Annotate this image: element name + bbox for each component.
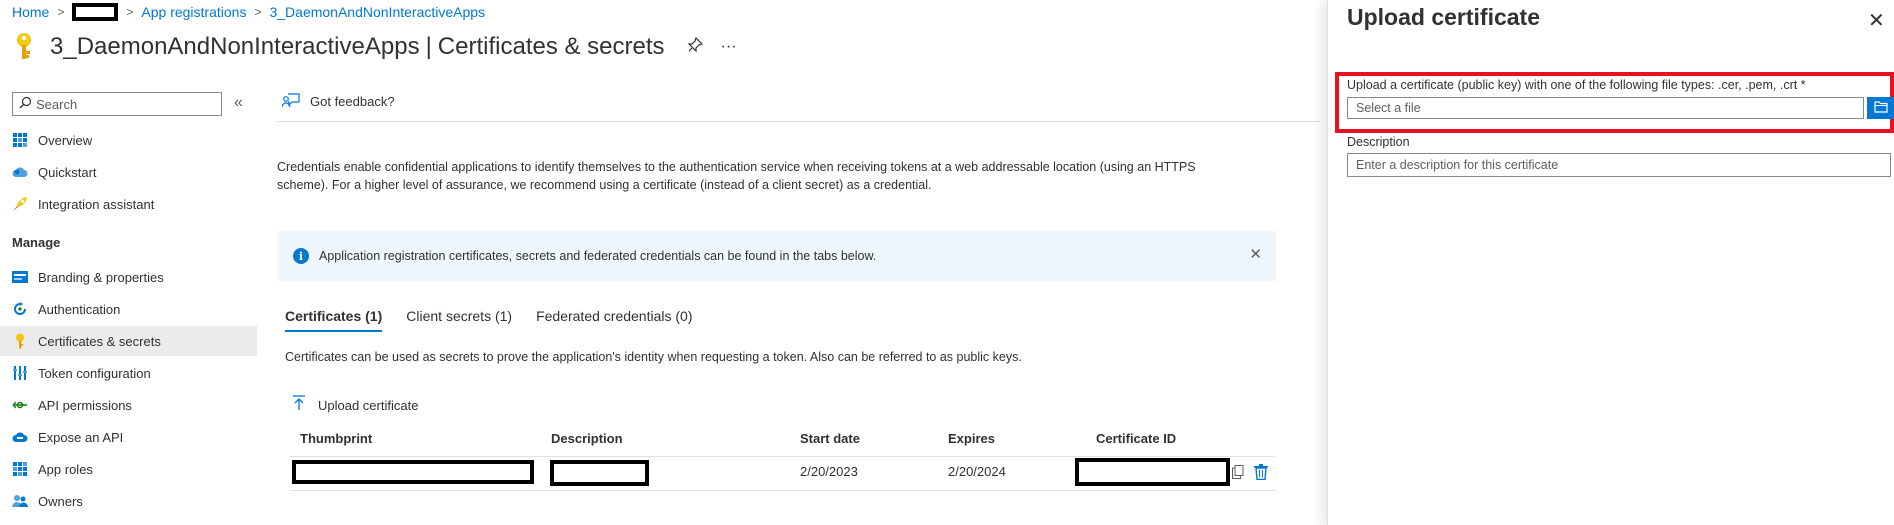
- sidebar-item-label: Quickstart: [38, 164, 97, 180]
- upload-icon: [292, 395, 306, 416]
- sidebar-item-label: Certificates & secrets: [38, 333, 161, 349]
- close-icon[interactable]: ✕: [1868, 8, 1885, 33]
- table-row-divider: [290, 490, 1275, 491]
- sidebar-item-api-permissions[interactable]: API permissions: [0, 390, 257, 420]
- sidebar-item-branding[interactable]: Branding & properties: [0, 262, 257, 292]
- redacted-description: [550, 460, 649, 486]
- tab-description: Certificates can be used as secrets to p…: [285, 350, 1022, 364]
- table-row: [290, 456, 1275, 490]
- sidebar-item-app-roles[interactable]: App roles: [0, 454, 257, 484]
- chevron-right-icon: >: [57, 5, 65, 19]
- sidebar-item-token-configuration[interactable]: Token configuration: [0, 358, 257, 388]
- breadcrumb-app[interactable]: 3_DaemonAndNonInteractiveApps: [269, 4, 485, 20]
- upload-certificate-button[interactable]: Upload certificate: [292, 395, 418, 416]
- panel-title: Upload certificate: [1347, 4, 1540, 30]
- sidebar-item-label: Overview: [38, 132, 93, 148]
- people-icon: [12, 493, 28, 509]
- search-input[interactable]: [36, 96, 216, 112]
- redacted-tenant: [72, 3, 119, 21]
- file-select-input[interactable]: [1347, 97, 1864, 119]
- chevron-right-icon: >: [126, 5, 134, 19]
- feedback-label: Got feedback?: [310, 94, 395, 109]
- cloud-icon: [12, 164, 28, 180]
- sidebar-item-label: Expose an API: [38, 429, 124, 445]
- sidebar-search[interactable]: [12, 92, 222, 116]
- apps-icon: [12, 461, 28, 477]
- sidebar-item-label: Owners: [38, 493, 83, 509]
- page-title-separator: |: [425, 33, 432, 60]
- column-header-expires: Expires: [948, 431, 995, 446]
- description-field-label: Description: [1347, 135, 1410, 149]
- sidebar-item-certificates-secrets[interactable]: Certificates & secrets: [0, 326, 257, 356]
- pin-icon[interactable]: [687, 36, 703, 58]
- key-icon: [12, 333, 28, 349]
- more-options-icon[interactable]: ···: [721, 38, 737, 56]
- sidebar-item-integration-assistant[interactable]: Integration assistant: [0, 189, 257, 219]
- key-icon: [12, 31, 36, 64]
- copy-icon[interactable]: [1232, 465, 1244, 482]
- redacted-thumbprint: [292, 460, 534, 484]
- feedback-icon: [281, 92, 300, 111]
- sidebar-section-manage: Manage: [12, 235, 61, 250]
- refresh-icon: [12, 301, 28, 317]
- intro-text: Credentials enable confidential applicat…: [277, 160, 1196, 192]
- delete-icon[interactable]: [1254, 464, 1268, 483]
- column-header-certificate-id: Certificate ID: [1096, 431, 1177, 446]
- info-bar: i Application registration certificates,…: [277, 231, 1276, 281]
- sidebar-item-quickstart[interactable]: Quickstart: [0, 157, 257, 187]
- page-title-section: Certificates & secrets: [437, 33, 665, 60]
- command-bar-divider: [277, 121, 1320, 122]
- info-icon: i: [293, 248, 309, 264]
- sidebar-item-authentication[interactable]: Authentication: [0, 294, 257, 324]
- tab-federated-credentials[interactable]: Federated credentials (0): [536, 308, 692, 332]
- column-header-thumbprint: Thumbprint: [300, 431, 373, 446]
- page-title: 3_DaemonAndNonInteractiveApps | Certific…: [12, 30, 737, 64]
- cell-start-date: 2/20/2023: [800, 464, 858, 479]
- card-icon: [12, 269, 28, 285]
- sidebar-item-owners[interactable]: Owners: [0, 486, 257, 516]
- sidebar-item-label: App roles: [38, 461, 93, 477]
- page-title-app: 3_DaemonAndNonInteractiveApps: [50, 33, 420, 60]
- collapse-sidebar-icon[interactable]: «: [234, 94, 243, 112]
- tab-client-secrets[interactable]: Client secrets (1): [406, 308, 512, 332]
- breadcrumb: Home > > App registrations > 3_DaemonAnd…: [12, 3, 485, 21]
- credentials-tabs: Certificates (1) Client secrets (1) Fede…: [285, 308, 717, 332]
- bars-icon: [12, 365, 28, 381]
- sidebar-item-label: Token configuration: [38, 365, 151, 381]
- grid-icon: [12, 132, 28, 148]
- tab-certificates[interactable]: Certificates (1): [285, 308, 383, 332]
- sidebar-item-overview[interactable]: Overview: [0, 125, 257, 155]
- file-field-label: Upload a certificate (public key) with o…: [1347, 78, 1806, 92]
- search-icon: [19, 96, 32, 112]
- feedback-button[interactable]: Got feedback?: [281, 92, 395, 111]
- info-bar-text: Application registration certificates, s…: [319, 249, 877, 263]
- sidebar-item-expose-api[interactable]: Expose an API: [0, 422, 257, 452]
- upload-certificate-label: Upload certificate: [318, 398, 419, 413]
- chevron-right-icon: >: [254, 5, 262, 19]
- close-icon[interactable]: ✕: [1249, 245, 1262, 263]
- column-header-description: Description: [551, 431, 623, 446]
- arrows-icon: [12, 397, 28, 413]
- column-header-start-date: Start date: [800, 431, 860, 446]
- sidebar-item-label: Branding & properties: [38, 269, 164, 285]
- rocket-icon: [12, 196, 28, 212]
- cell-expires: 2/20/2024: [948, 464, 1006, 479]
- description-input[interactable]: [1347, 153, 1891, 177]
- browse-file-button[interactable]: [1867, 97, 1894, 119]
- sidebar-item-label: API permissions: [38, 397, 132, 413]
- sidebar-item-label: Integration assistant: [38, 196, 155, 212]
- folder-icon: [1873, 100, 1888, 116]
- cloud-api-icon: [12, 429, 28, 445]
- breadcrumb-home[interactable]: Home: [12, 4, 49, 20]
- sidebar-item-label: Authentication: [38, 301, 121, 317]
- breadcrumb-app-registrations[interactable]: App registrations: [141, 4, 246, 20]
- redacted-certificate-id: [1075, 458, 1230, 486]
